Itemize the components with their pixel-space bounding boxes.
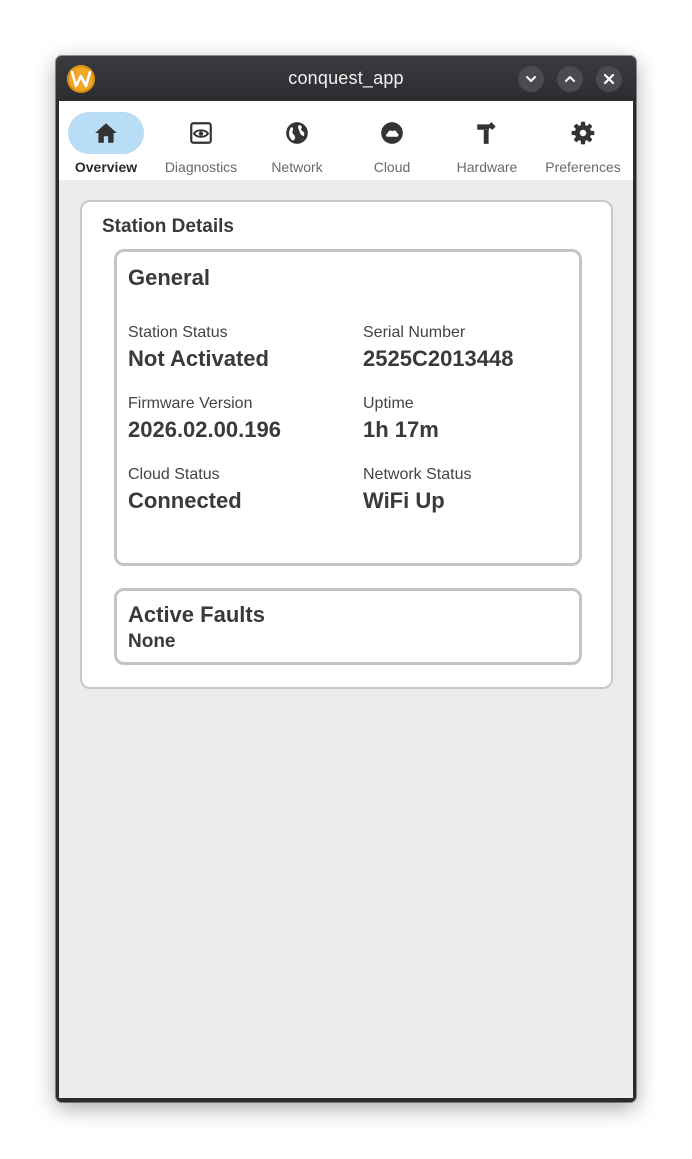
tab-label-diagnostics: Diagnostics [164, 159, 238, 175]
station-status-field: Station Status Not Activated [128, 324, 348, 372]
general-title: General [128, 265, 210, 290]
tab-label-network: Network [271, 159, 323, 175]
uptime-field: Uptime 1h 17m [363, 395, 583, 443]
home-icon [95, 123, 117, 143]
tab-cloud[interactable]: Cloud [346, 111, 438, 177]
field-label: Uptime [363, 395, 414, 412]
tab-label-overview: Overview [74, 159, 138, 175]
title-bar[interactable]: conquest_app [56, 56, 636, 101]
close-button[interactable] [596, 66, 622, 92]
main-content: Overview Diagnostics Network Cloud Hardw… [59, 101, 633, 1098]
field-label: Network Status [363, 466, 472, 483]
field-value: 2026.02.00.196 [128, 417, 281, 442]
field-value: Not Activated [128, 346, 269, 371]
close-icon [603, 73, 615, 85]
tab-label-cloud: Cloud [373, 159, 411, 175]
field-value: 2525C2013448 [363, 346, 514, 371]
nav-bar: Overview Diagnostics Network Cloud Hardw… [59, 101, 633, 180]
tab-diagnostics[interactable]: Diagnostics [155, 111, 247, 177]
tab-hardware[interactable]: Hardware [441, 111, 533, 177]
field-value: Connected [128, 488, 242, 513]
tab-label-hardware: Hardware [456, 159, 518, 175]
general-card: General Station Status Not Activated Ser… [114, 249, 582, 566]
field-label: Cloud Status [128, 466, 220, 483]
network-status-field: Network Status WiFi Up [363, 466, 583, 514]
field-label: Serial Number [363, 324, 466, 341]
field-value: 1h 17m [363, 417, 439, 442]
globe-icon [286, 122, 308, 144]
field-value: WiFi Up [363, 488, 445, 513]
tab-overview[interactable]: Overview [60, 111, 152, 177]
window-title: conquest_app [288, 68, 404, 88]
tab-label-preferences: Preferences [545, 159, 621, 175]
chevron-up-icon [565, 76, 575, 82]
chevron-down-icon [526, 76, 536, 82]
serial-number-field: Serial Number 2525C2013448 [363, 324, 583, 372]
tab-preferences[interactable]: Preferences [537, 111, 629, 177]
app-window: conquest_app Overview Diagnostics Networ… [56, 56, 636, 1102]
cloud-icon [381, 122, 403, 144]
hammer-icon [477, 122, 496, 144]
station-details-card: Station Details General Station Status N… [80, 200, 613, 689]
eye-icon [190, 122, 212, 144]
active-faults-title: Active Faults [128, 602, 265, 627]
firmware-version-field: Firmware Version 2026.02.00.196 [128, 395, 348, 443]
field-label: Station Status [128, 324, 228, 341]
active-faults-card: Active Faults None [114, 588, 582, 665]
maximize-button[interactable] [557, 66, 583, 92]
station-details-title: Station Details [102, 216, 234, 237]
gear-icon [571, 121, 595, 145]
tab-network[interactable]: Network [251, 111, 343, 177]
active-faults-value: None [128, 631, 176, 652]
minimize-button[interactable] [518, 66, 544, 92]
field-label: Firmware Version [128, 395, 253, 412]
cloud-status-field: Cloud Status Connected [128, 466, 348, 514]
